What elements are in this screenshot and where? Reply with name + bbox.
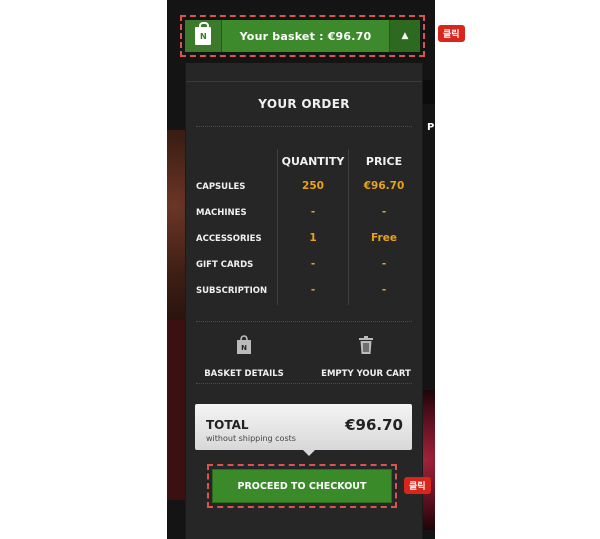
price-gift-cards: -	[381, 258, 387, 270]
price-header: PRICE	[365, 155, 403, 168]
total-subtext: without shipping costs	[206, 434, 296, 443]
basket-details-button[interactable]: N BASKET DETAILS	[194, 335, 294, 380]
total-box: TOTAL without shipping costs €96.70	[195, 404, 412, 456]
basket-label: Your basket : €96.70	[222, 20, 389, 52]
background-image-machine	[167, 320, 185, 500]
basket-highlight: N Your basket : €96.70 ▲	[180, 15, 425, 57]
order-title: YOUR ORDER	[258, 97, 350, 111]
divider	[196, 321, 412, 322]
quantity-header: QUANTITY	[281, 155, 345, 168]
price-accessories: Free	[371, 232, 397, 244]
row-label-accessories: ACCESSORIES	[196, 234, 262, 244]
caret-up-icon[interactable]: ▲	[389, 20, 420, 52]
total-value: €96.70	[345, 416, 403, 434]
click-annotation: 클릭	[404, 477, 431, 494]
divider	[186, 81, 422, 82]
svg-text:N: N	[241, 344, 247, 352]
quantity-capsules: 250	[302, 180, 324, 192]
basket-button[interactable]: N Your basket : €96.70 ▲	[185, 20, 420, 52]
row-label-subscription: SUBSCRIPTION	[196, 286, 268, 296]
background-image-coffee	[167, 130, 185, 320]
empty-cart-button[interactable]: EMPTY YOUR CART	[316, 335, 416, 380]
row-label-machines: MACHINES	[196, 208, 247, 218]
divider	[196, 126, 412, 127]
price-machines: -	[381, 206, 387, 218]
divider	[196, 383, 412, 384]
trash-icon	[359, 336, 373, 354]
background-text: Pr	[427, 122, 437, 133]
total-label: TOTAL	[206, 418, 249, 432]
quantity-gift-cards: -	[310, 258, 316, 270]
bag-icon-cell: N	[185, 20, 222, 52]
empty-cart-label: EMPTY YOUR CART	[321, 369, 411, 379]
basket-bag-icon: N	[237, 335, 251, 354]
row-label-gift-cards: GIFT CARDS	[196, 260, 254, 270]
click-annotation: 클릭	[438, 25, 465, 42]
row-label-capsules: CAPSULES	[196, 182, 246, 192]
checkout-highlight: PROCEED TO CHECKOUT	[207, 464, 397, 508]
price-subscription: -	[381, 284, 387, 296]
quantity-machines: -	[310, 206, 316, 218]
column-divider	[277, 149, 278, 305]
quantity-accessories: 1	[309, 232, 317, 244]
basket-details-label: BASKET DETAILS	[204, 369, 284, 379]
total-notch	[303, 450, 315, 456]
quantity-subscription: -	[310, 284, 316, 296]
proceed-to-checkout-button[interactable]: PROCEED TO CHECKOUT	[212, 469, 392, 503]
shopping-bag-icon: N	[195, 22, 211, 45]
price-capsules: €96.70	[363, 180, 405, 192]
column-divider	[348, 149, 349, 305]
